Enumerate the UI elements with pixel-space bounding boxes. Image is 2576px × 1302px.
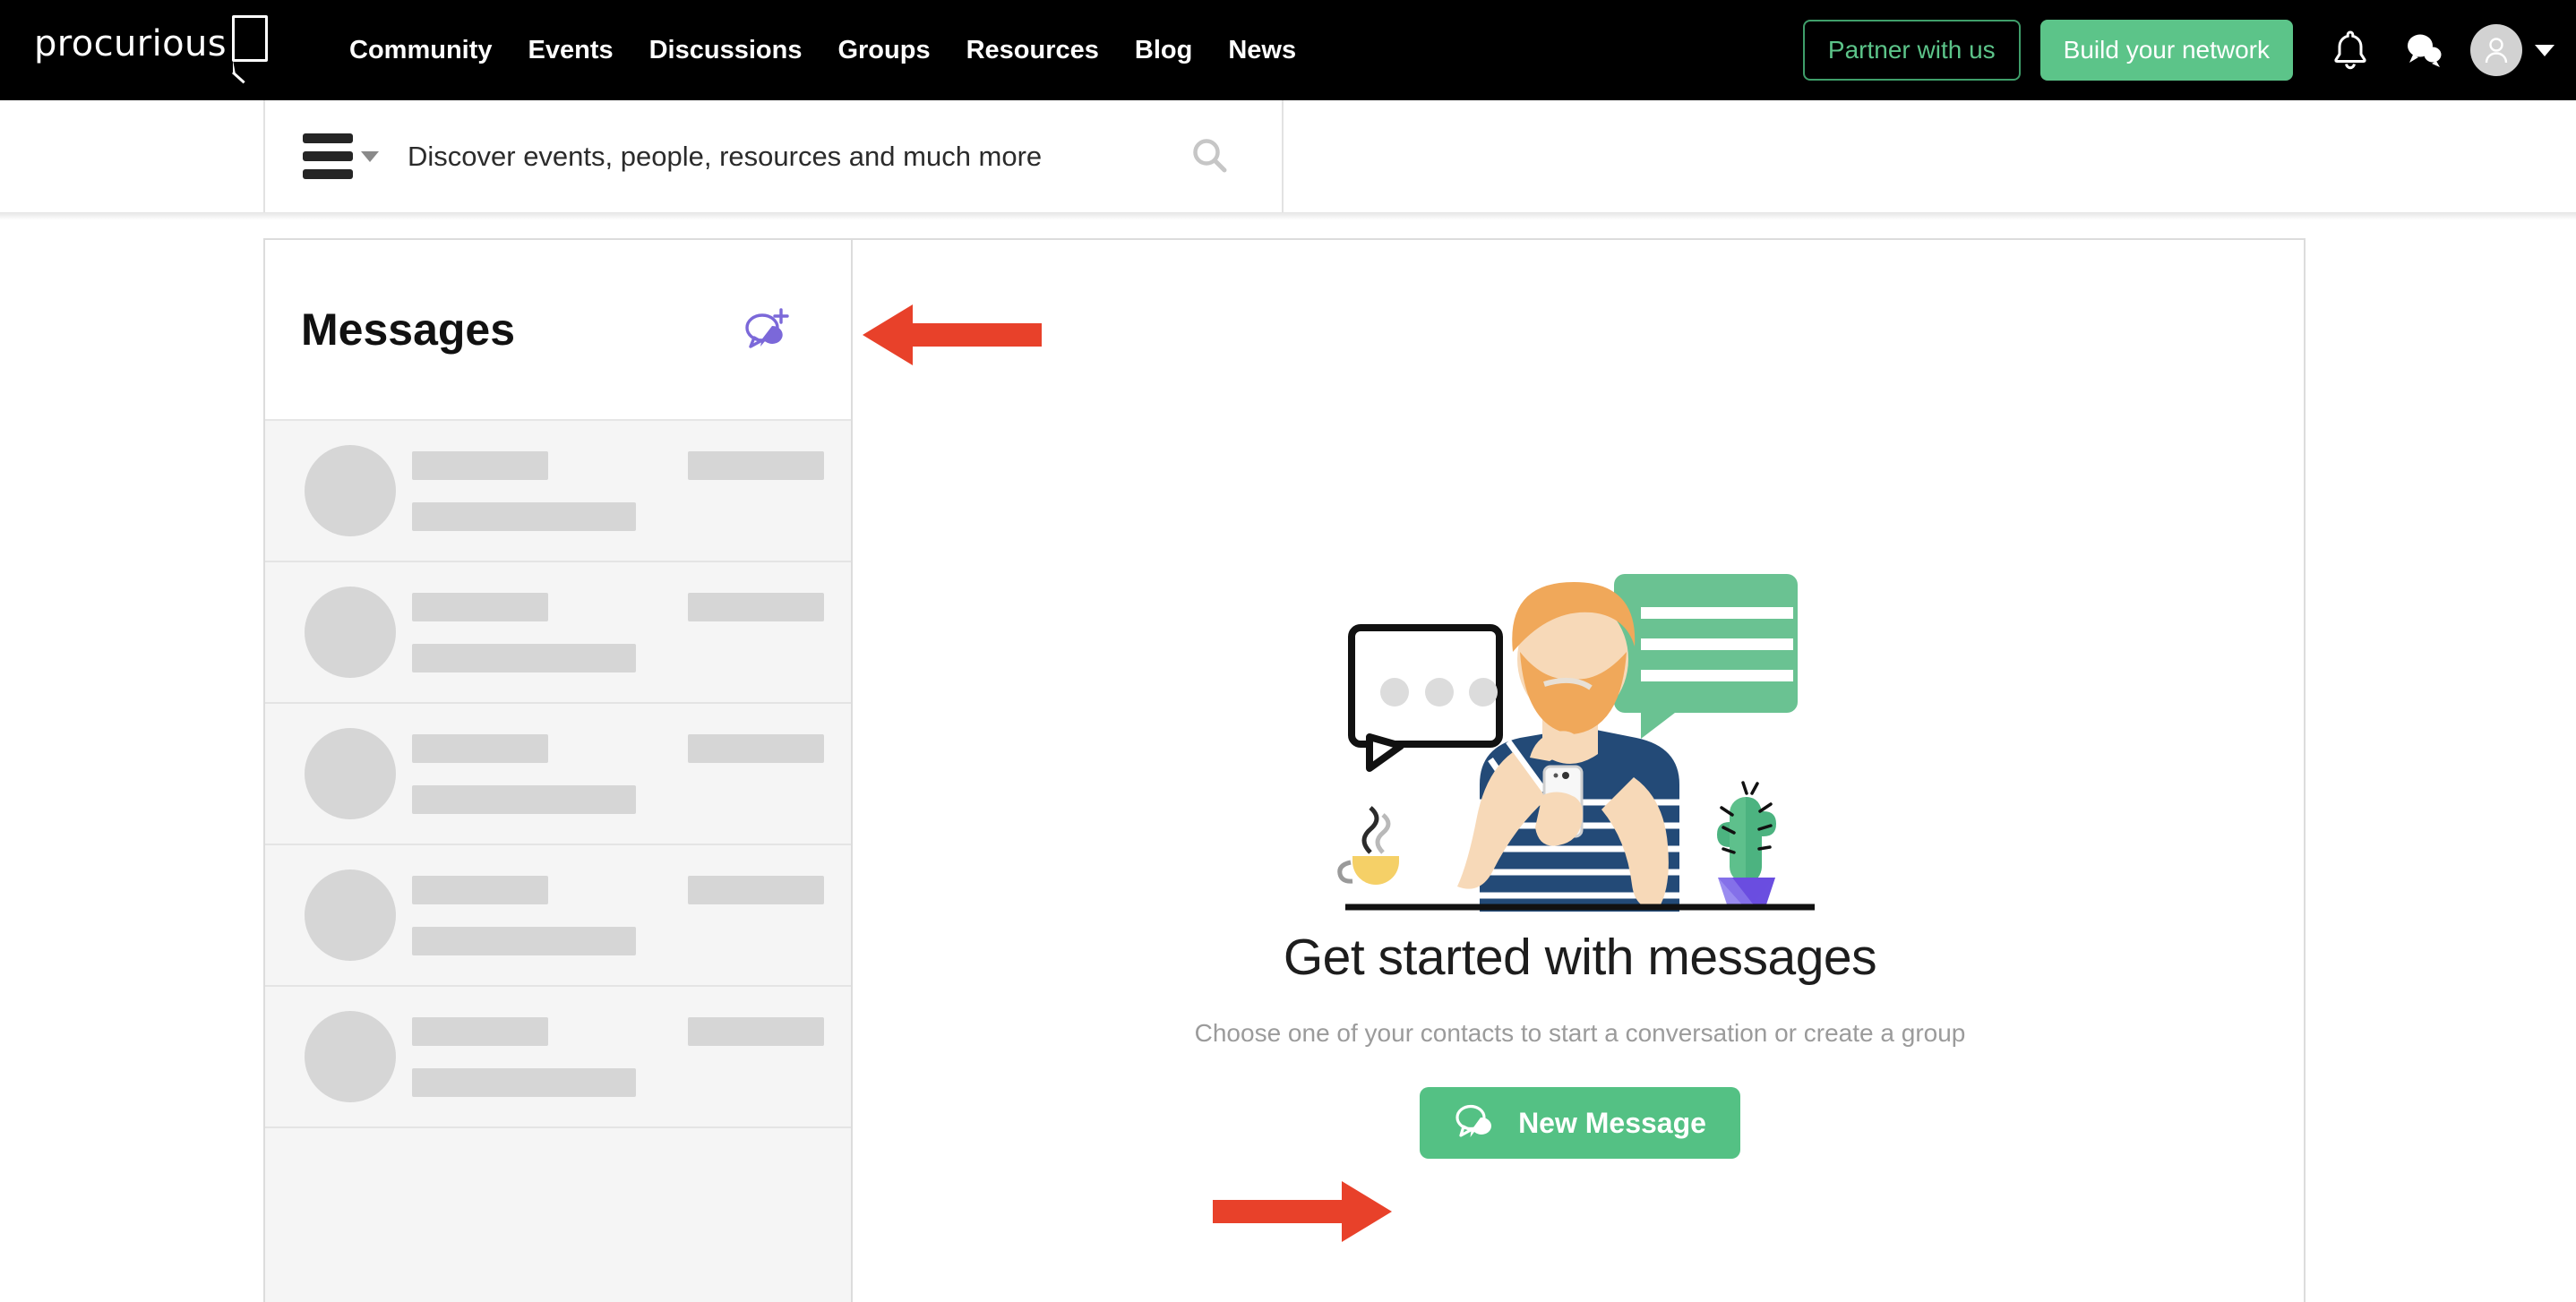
name-placeholder [412, 733, 548, 763]
search-scope-chevron-down-icon[interactable] [361, 150, 379, 162]
timestamp-placeholder [688, 593, 824, 621]
avatar-placeholder [305, 1011, 396, 1102]
timestamp-placeholder [688, 451, 824, 480]
avatar-placeholder [305, 869, 396, 961]
name-placeholder [412, 450, 548, 480]
logo-wordmark: procurious [34, 23, 227, 64]
timestamp-placeholder [688, 734, 824, 763]
avatar-placeholder [305, 728, 396, 819]
preview-placeholder [412, 1067, 636, 1097]
name-placeholder [412, 875, 548, 904]
empty-state-subtitle: Choose one of your contacts to start a c… [1194, 1019, 1966, 1047]
search-row [0, 100, 2576, 220]
search-icon[interactable] [1190, 137, 1230, 176]
skeleton-list-trailing-space [265, 1128, 851, 1295]
search-input[interactable] [408, 140, 1190, 173]
text-placeholder-group [412, 1016, 675, 1097]
build-your-network-button[interactable]: Build your network [2039, 20, 2293, 81]
text-placeholder-group [412, 592, 675, 672]
page-title: Messages [301, 304, 516, 355]
nav-link-community[interactable]: Community [331, 0, 511, 100]
avatar-placeholder [305, 587, 396, 678]
list-item[interactable] [265, 421, 851, 562]
timestamp-placeholder [688, 1017, 824, 1046]
procurious-logo[interactable]: procurious [34, 15, 268, 74]
nav-link-discussions[interactable]: Discussions [631, 0, 820, 100]
preview-placeholder [412, 784, 636, 814]
user-avatar[interactable] [2470, 24, 2522, 76]
name-placeholder [412, 592, 548, 621]
new-message-bubble-plus-icon[interactable] [742, 306, 792, 353]
nav-link-resources[interactable]: Resources [949, 0, 1117, 100]
list-item[interactable] [265, 562, 851, 704]
messages-list-panel: Messages [265, 240, 853, 1302]
notifications-bell-icon[interactable] [2323, 23, 2377, 77]
page-root: procurious Community Events Discussions … [0, 0, 2576, 1302]
primary-nav-links: Community Events Discussions Groups Reso… [331, 0, 1314, 100]
search-bar [263, 100, 1284, 212]
new-message-button-label: New Message [1518, 1106, 1706, 1139]
list-item[interactable] [265, 845, 851, 987]
preview-placeholder [412, 501, 636, 531]
text-placeholder-group [412, 875, 675, 955]
messages-panel-header: Messages [265, 240, 851, 421]
new-message-button[interactable]: New Message [1420, 1087, 1740, 1159]
account-menu-chevron-down-icon[interactable] [2535, 44, 2555, 56]
messages-empty-state: Get started with messages Choose one of … [854, 240, 2306, 1302]
messages-skeleton-list [265, 421, 851, 1302]
hamburger-menu-icon[interactable] [303, 133, 353, 179]
messages-page-card: Messages Get started with messages Choos… [263, 238, 2306, 1302]
list-item[interactable] [265, 704, 851, 845]
list-item[interactable] [265, 987, 851, 1128]
nav-link-events[interactable]: Events [511, 0, 631, 100]
messages-chat-icon[interactable] [2397, 23, 2451, 77]
nav-link-groups[interactable]: Groups [820, 0, 948, 100]
empty-state-title: Get started with messages [1283, 929, 1877, 986]
text-placeholder-group [412, 733, 675, 814]
text-placeholder-group [412, 450, 675, 531]
nav-right-cluster: Partner with us Build your network [1802, 0, 2555, 100]
preview-placeholder [412, 643, 636, 672]
nav-link-blog[interactable]: Blog [1117, 0, 1210, 100]
chat-bubbles-icon [1454, 1102, 1497, 1144]
timestamp-placeholder [688, 876, 824, 904]
logo-speech-bubble-icon [232, 15, 268, 74]
preview-placeholder [412, 926, 636, 955]
name-placeholder [412, 1016, 548, 1046]
person-with-phone-and-speech-bubbles-illustration [1337, 574, 1815, 912]
nav-link-news[interactable]: News [1210, 0, 1314, 100]
top-navigation-bar: procurious Community Events Discussions … [0, 0, 2576, 100]
avatar-placeholder [305, 445, 396, 536]
partner-with-us-button[interactable]: Partner with us [1802, 20, 2021, 81]
